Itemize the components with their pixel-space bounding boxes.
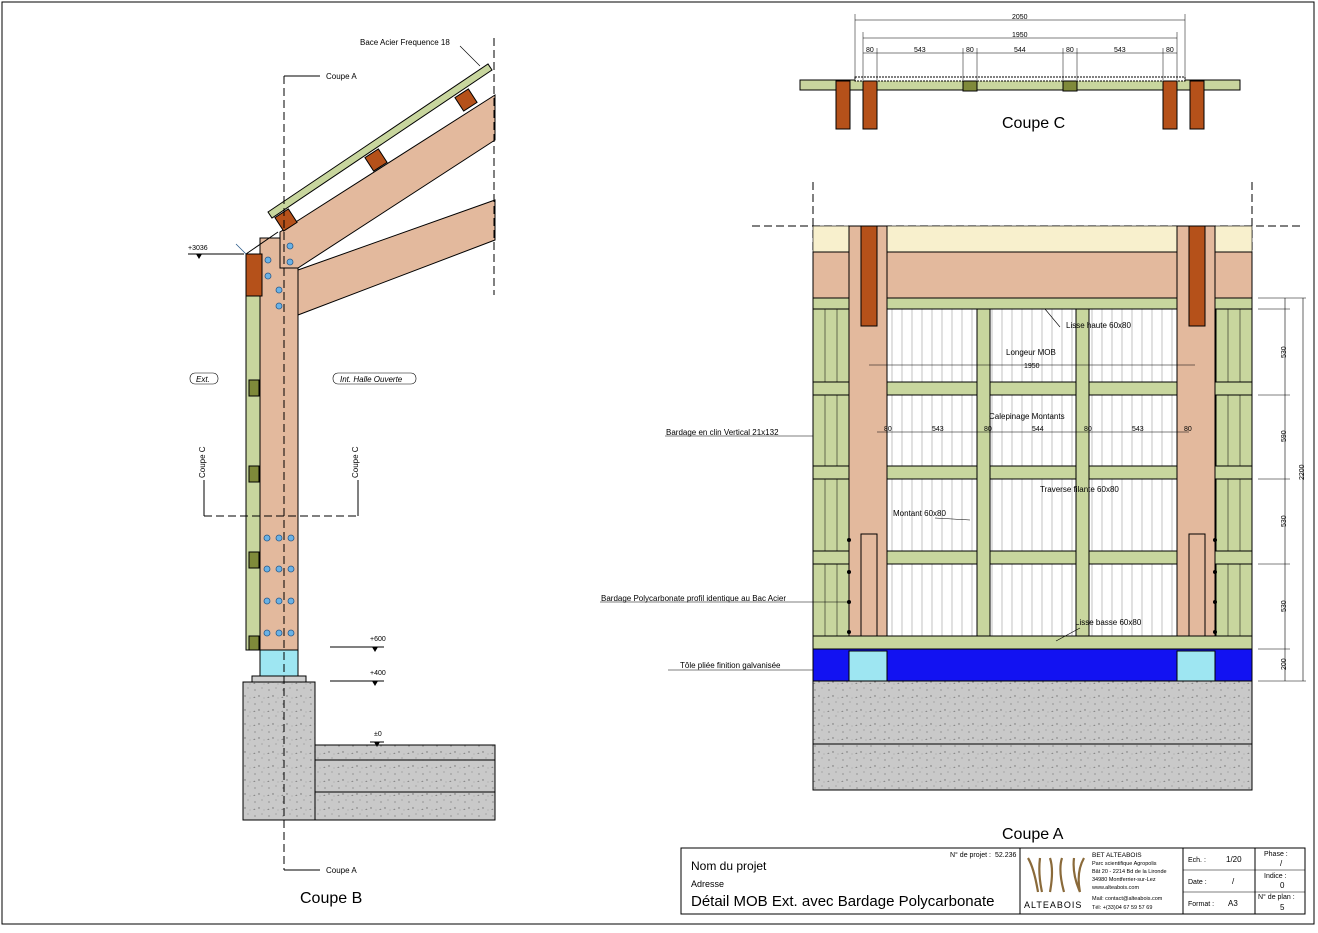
company-web: www.alteabois.com bbox=[1091, 885, 1139, 891]
project-no-label: N° de projet : bbox=[950, 851, 991, 859]
project-name-label: Nom du projet bbox=[691, 859, 767, 873]
vdim-total: 2200 bbox=[1299, 464, 1306, 480]
coupe-a-title: Coupe A bbox=[1002, 826, 1064, 843]
level-0-label: ±0 bbox=[374, 731, 382, 738]
phase-label: Phase : bbox=[1264, 851, 1288, 858]
coupe-c-seg-5: 80 bbox=[1066, 47, 1074, 54]
indice-label: Indice : bbox=[1264, 873, 1287, 880]
longueur-mob-label: Longeur MOB bbox=[1006, 348, 1056, 357]
drawing-sheet: Bace Acier Frequence 18 Coupe A Coupe A … bbox=[0, 0, 1318, 928]
address-label: Adresse bbox=[691, 879, 724, 889]
level-600-label: +600 bbox=[370, 636, 386, 643]
scale-label: Ech. : bbox=[1188, 857, 1206, 864]
plan-value: 5 bbox=[1280, 903, 1285, 912]
vdim-3: 530 bbox=[1281, 515, 1288, 527]
project-no: 52.236 bbox=[995, 852, 1017, 859]
company-tel: Tél: +(33)04 67 59 57 69 bbox=[1092, 905, 1152, 911]
montant-label: Montant 60x80 bbox=[893, 509, 946, 518]
tole-label: Tôle pliée finition galvanisée bbox=[680, 661, 781, 670]
vdim-5: 200 bbox=[1281, 658, 1288, 670]
vdim-1: 530 bbox=[1281, 346, 1288, 358]
coupe-c-seg-2: 543 bbox=[914, 47, 926, 54]
level-top-label: +3036 bbox=[188, 245, 208, 252]
coupe-c-dim-total: 2050 bbox=[1012, 14, 1028, 21]
drawing-canvas: Bace Acier Frequence 18 Coupe A Coupe A … bbox=[1, 1, 1315, 925]
section-mark-a-bottom: Coupe A bbox=[326, 866, 357, 875]
section-mark-c-left: Coupe C bbox=[198, 446, 207, 478]
logo-text: ALTEABOIS bbox=[1024, 900, 1082, 910]
floor-slab bbox=[314, 744, 496, 821]
ext-label: Ext. bbox=[196, 375, 210, 384]
date-label: Date : bbox=[1188, 879, 1207, 886]
coupe-c-seg-6: 543 bbox=[1114, 47, 1126, 54]
timber-post bbox=[259, 237, 299, 651]
coupe-c-seg-4: 544 bbox=[1014, 47, 1026, 54]
int-label: Int. Halle Ouverte bbox=[340, 375, 403, 384]
company-line2: Bât 20 - 2214 Bd de la Lironde bbox=[1092, 869, 1167, 875]
format-value: A3 bbox=[1228, 899, 1238, 908]
foundation-footing bbox=[242, 681, 316, 821]
format-label: Format : bbox=[1188, 901, 1214, 908]
lisse-haute-label: Lisse haute 60x80 bbox=[1066, 321, 1131, 330]
calep-seg-6: 543 bbox=[1132, 426, 1144, 433]
vdim-4: 530 bbox=[1281, 600, 1288, 612]
title-block: Nom du projet Adresse Détail MOB Ext. av… bbox=[680, 847, 1306, 915]
company-name: BET ALTEABOIS bbox=[1092, 852, 1142, 859]
coupe-c-dim-inner: 1950 bbox=[1012, 32, 1028, 39]
coupe-c-view: 2050 1950 80 543 80 544 80 543 80 Coupe … bbox=[799, 14, 1241, 132]
company-mail: Mail: contact@alteabois.com bbox=[1092, 896, 1163, 902]
bardage-poly-label: Bardage Polycarbonate profil identique a… bbox=[601, 594, 786, 603]
company-line1: Parc scientifique Agropolis bbox=[1092, 861, 1157, 867]
company-line3: 34980 Montferrier-sur-Lez bbox=[1092, 877, 1156, 883]
traverse-label: Traverse filante 60x80 bbox=[1040, 485, 1119, 494]
coupe-b-view: Bace Acier Frequence 18 Coupe A Coupe A … bbox=[188, 38, 496, 907]
coupe-c-seg-3: 80 bbox=[966, 47, 974, 54]
plan-label: N° de plan : bbox=[1258, 893, 1295, 901]
vdim-2: 590 bbox=[1281, 430, 1288, 442]
section-mark-c-right: Coupe C bbox=[351, 446, 360, 478]
bardage-clin-label: Bardage en clin Vertical 21x132 bbox=[666, 428, 779, 437]
calep-seg-5: 80 bbox=[1084, 426, 1092, 433]
coupe-c-seg-1: 80 bbox=[866, 47, 874, 54]
section-mark-a-top: Coupe A bbox=[326, 72, 357, 81]
calep-seg-4: 544 bbox=[1032, 426, 1044, 433]
level-400-label: +400 bbox=[370, 670, 386, 677]
roof-label: Bace Acier Frequence 18 bbox=[360, 38, 450, 47]
coupe-c-seg-7: 80 bbox=[1166, 47, 1174, 54]
calep-seg-7: 80 bbox=[1184, 426, 1192, 433]
calep-seg-2: 543 bbox=[932, 426, 944, 433]
calep-seg-3: 80 bbox=[984, 426, 992, 433]
cladding-strip bbox=[245, 279, 261, 651]
lisse-basse-label: Lisse basse 60x80 bbox=[1075, 618, 1142, 627]
coupe-a-view: 530 590 530 530 200 2200 Lisse haute 60x… bbox=[600, 182, 1306, 843]
calep-seg-1: 80 bbox=[884, 426, 892, 433]
coupe-b-title: Coupe B bbox=[300, 890, 362, 907]
concrete-base bbox=[812, 680, 1253, 791]
longueur-mob-value: 1950 bbox=[1024, 363, 1040, 370]
scale-value: 1/20 bbox=[1226, 855, 1242, 864]
drawing-title: Détail MOB Ext. avec Bardage Polycarbona… bbox=[691, 893, 995, 910]
calepinage-label: Calepinage Montants bbox=[989, 412, 1065, 421]
coupe-c-title: Coupe C bbox=[1002, 115, 1065, 132]
indice-value: 0 bbox=[1280, 881, 1285, 890]
